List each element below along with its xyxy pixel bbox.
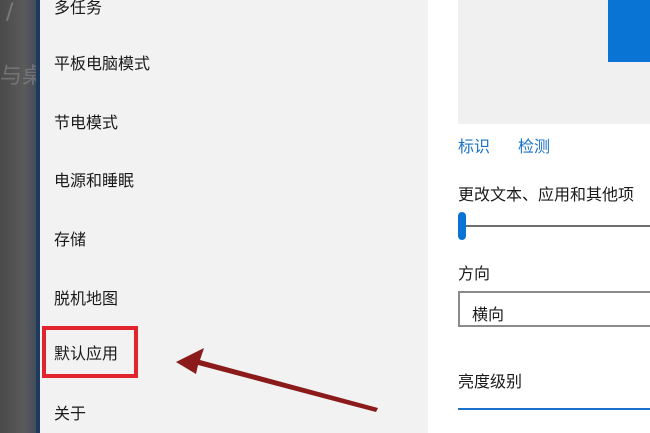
background-ghost-slash: / bbox=[6, 0, 14, 25]
scale-slider-thumb[interactable] bbox=[458, 212, 466, 240]
sidebar-item-storage[interactable]: 存储 bbox=[54, 226, 86, 250]
sidebar-item-default-apps[interactable]: 默认应用 bbox=[42, 326, 139, 378]
settings-screen: / 与桌 多任务 平板电脑模式 节电模式 电源和睡眠 存储 脱机地图 默认应用 … bbox=[0, 0, 650, 433]
brightness-label: 亮度级别 bbox=[458, 372, 523, 391]
orientation-select[interactable]: 横向 bbox=[458, 291, 650, 327]
sidebar-item-power-sleep[interactable]: 电源和睡眠 bbox=[54, 167, 134, 191]
detect-link[interactable]: 检测 bbox=[518, 133, 550, 157]
orientation-label: 方向 bbox=[458, 264, 491, 283]
identify-link[interactable]: 标识 bbox=[458, 133, 490, 157]
sidebar-item-offline-maps[interactable]: 脱机地图 bbox=[54, 285, 118, 309]
scale-label: 更改文本、应用和其他项 bbox=[458, 185, 635, 204]
sidebar-item-tablet-mode[interactable]: 平板电脑模式 bbox=[54, 50, 150, 74]
brightness-slider[interactable] bbox=[458, 408, 650, 410]
display-settings-panel: 标识 检测 更改文本、应用和其他项 方向 横向 亮度级别 bbox=[428, 0, 650, 433]
sidebar-item-about[interactable]: 关于 bbox=[54, 400, 86, 424]
scale-slider-track[interactable] bbox=[458, 225, 650, 227]
sidebar-item-battery-saver[interactable]: 节电模式 bbox=[54, 109, 118, 133]
sidebar-item-multitasking[interactable]: 多任务 bbox=[54, 0, 102, 18]
settings-sidebar: 多任务 平板电脑模式 节电模式 电源和睡眠 存储 脱机地图 默认应用 关于 bbox=[40, 0, 428, 433]
monitor-preview-icon[interactable] bbox=[608, 0, 650, 62]
